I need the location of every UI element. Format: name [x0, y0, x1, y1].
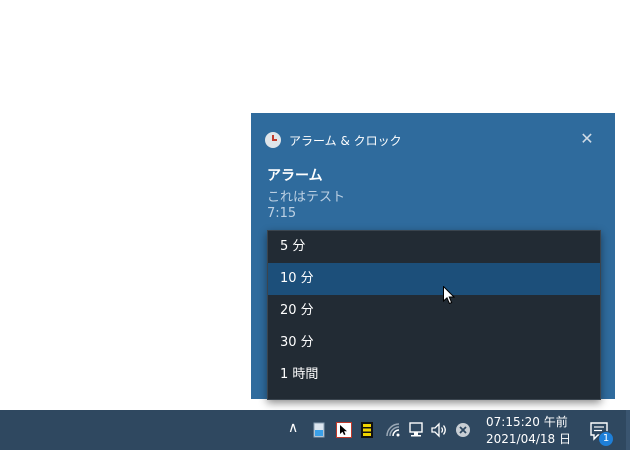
toast-header: アラーム & クロック	[265, 132, 402, 148]
volume-icon[interactable]	[431, 422, 447, 438]
app-name: アラーム & クロック	[289, 133, 402, 148]
snooze-option-60[interactable]: 1 時間	[268, 359, 600, 391]
snooze-option-20[interactable]: 20 分	[268, 295, 600, 327]
close-icon[interactable]: ✕	[579, 131, 595, 147]
mouse-cursor-icon	[443, 286, 455, 305]
clock-icon	[265, 132, 281, 148]
clock-date: 2021/04/18 日	[486, 432, 571, 446]
storage-icon[interactable]	[313, 422, 325, 438]
snooze-dropdown[interactable]: 5 分 10 分 20 分 30 分 1 時間	[267, 230, 601, 400]
wifi-icon[interactable]	[385, 422, 401, 438]
screen-capture-icon[interactable]	[336, 422, 352, 438]
notification-count-badge: 1	[598, 431, 614, 447]
toast-time: 7:15	[267, 206, 297, 221]
tray-expand-icon[interactable]: ∧	[288, 420, 298, 436]
toast-body: これはテスト	[267, 190, 346, 205]
snooze-option-5[interactable]: 5 分	[268, 231, 600, 263]
taskbar-clock[interactable]: 07:15:20 午前 2021/04/18 日	[486, 414, 571, 448]
network-icon[interactable]	[407, 422, 425, 438]
toast-title: アラーム	[267, 168, 323, 184]
disconnect-icon[interactable]	[455, 422, 471, 438]
taskbar: ∧ 07:15:20 午前 2021/04/18 日	[0, 410, 630, 450]
snooze-option-30[interactable]: 30 分	[268, 327, 600, 359]
battery-monitor-icon[interactable]	[360, 422, 374, 438]
show-desktop-button[interactable]	[626, 410, 630, 450]
clock-time: 07:15:20 午前	[486, 415, 568, 429]
snooze-option-10[interactable]: 10 分	[268, 263, 600, 295]
